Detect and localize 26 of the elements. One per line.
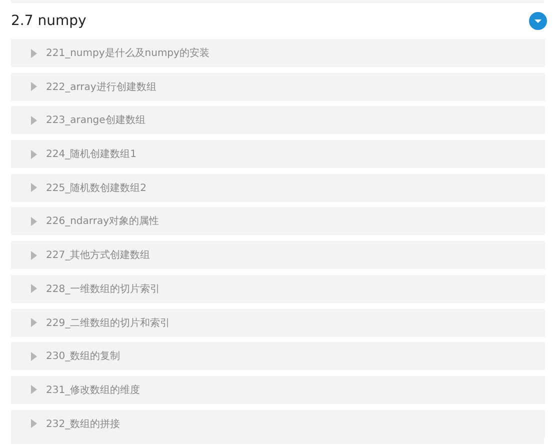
play-triangle-icon [31,250,37,260]
lesson-item[interactable]: 227_其他方式创建数组 [11,241,545,270]
lesson-item[interactable]: 221_numpy是什么及numpy的安装 [11,39,545,67]
lesson-item[interactable]: 222_array进行创建数组 [11,72,545,101]
play-triangle-icon [31,116,37,125]
lesson-item[interactable]: 229_二维数组的切片和索引 [11,308,545,336]
lesson-item[interactable]: 224_随机创建数组1 [11,140,545,168]
lesson-item[interactable]: 223_arange创建数组 [11,106,545,134]
lesson-item[interactable]: 230_数组的复制 [11,342,545,370]
lesson-item[interactable]: 225_随机数创建数组2 [11,174,545,202]
play-triangle-icon [31,318,37,327]
play-triangle-icon [31,352,37,361]
section-title: 2.7 numpy [11,13,86,29]
lesson-item[interactable]: 228_一维数组的切片索引 [11,274,545,303]
lesson-item[interactable]: 232_数组的拼接 [11,410,545,438]
lesson-item[interactable]: 226_ndarray对象的属性 [11,207,545,236]
play-triangle-icon [31,284,37,294]
play-triangle-icon [31,385,37,394]
collapse-toggle-button[interactable] [529,12,547,30]
lesson-item[interactable]: 231_修改数组的维度 [11,376,545,404]
play-triangle-icon [31,150,37,159]
play-triangle-icon [31,82,37,92]
play-triangle-icon [31,419,37,428]
play-triangle-icon [31,216,37,226]
play-triangle-icon [31,183,37,192]
play-triangle-icon [31,48,37,58]
